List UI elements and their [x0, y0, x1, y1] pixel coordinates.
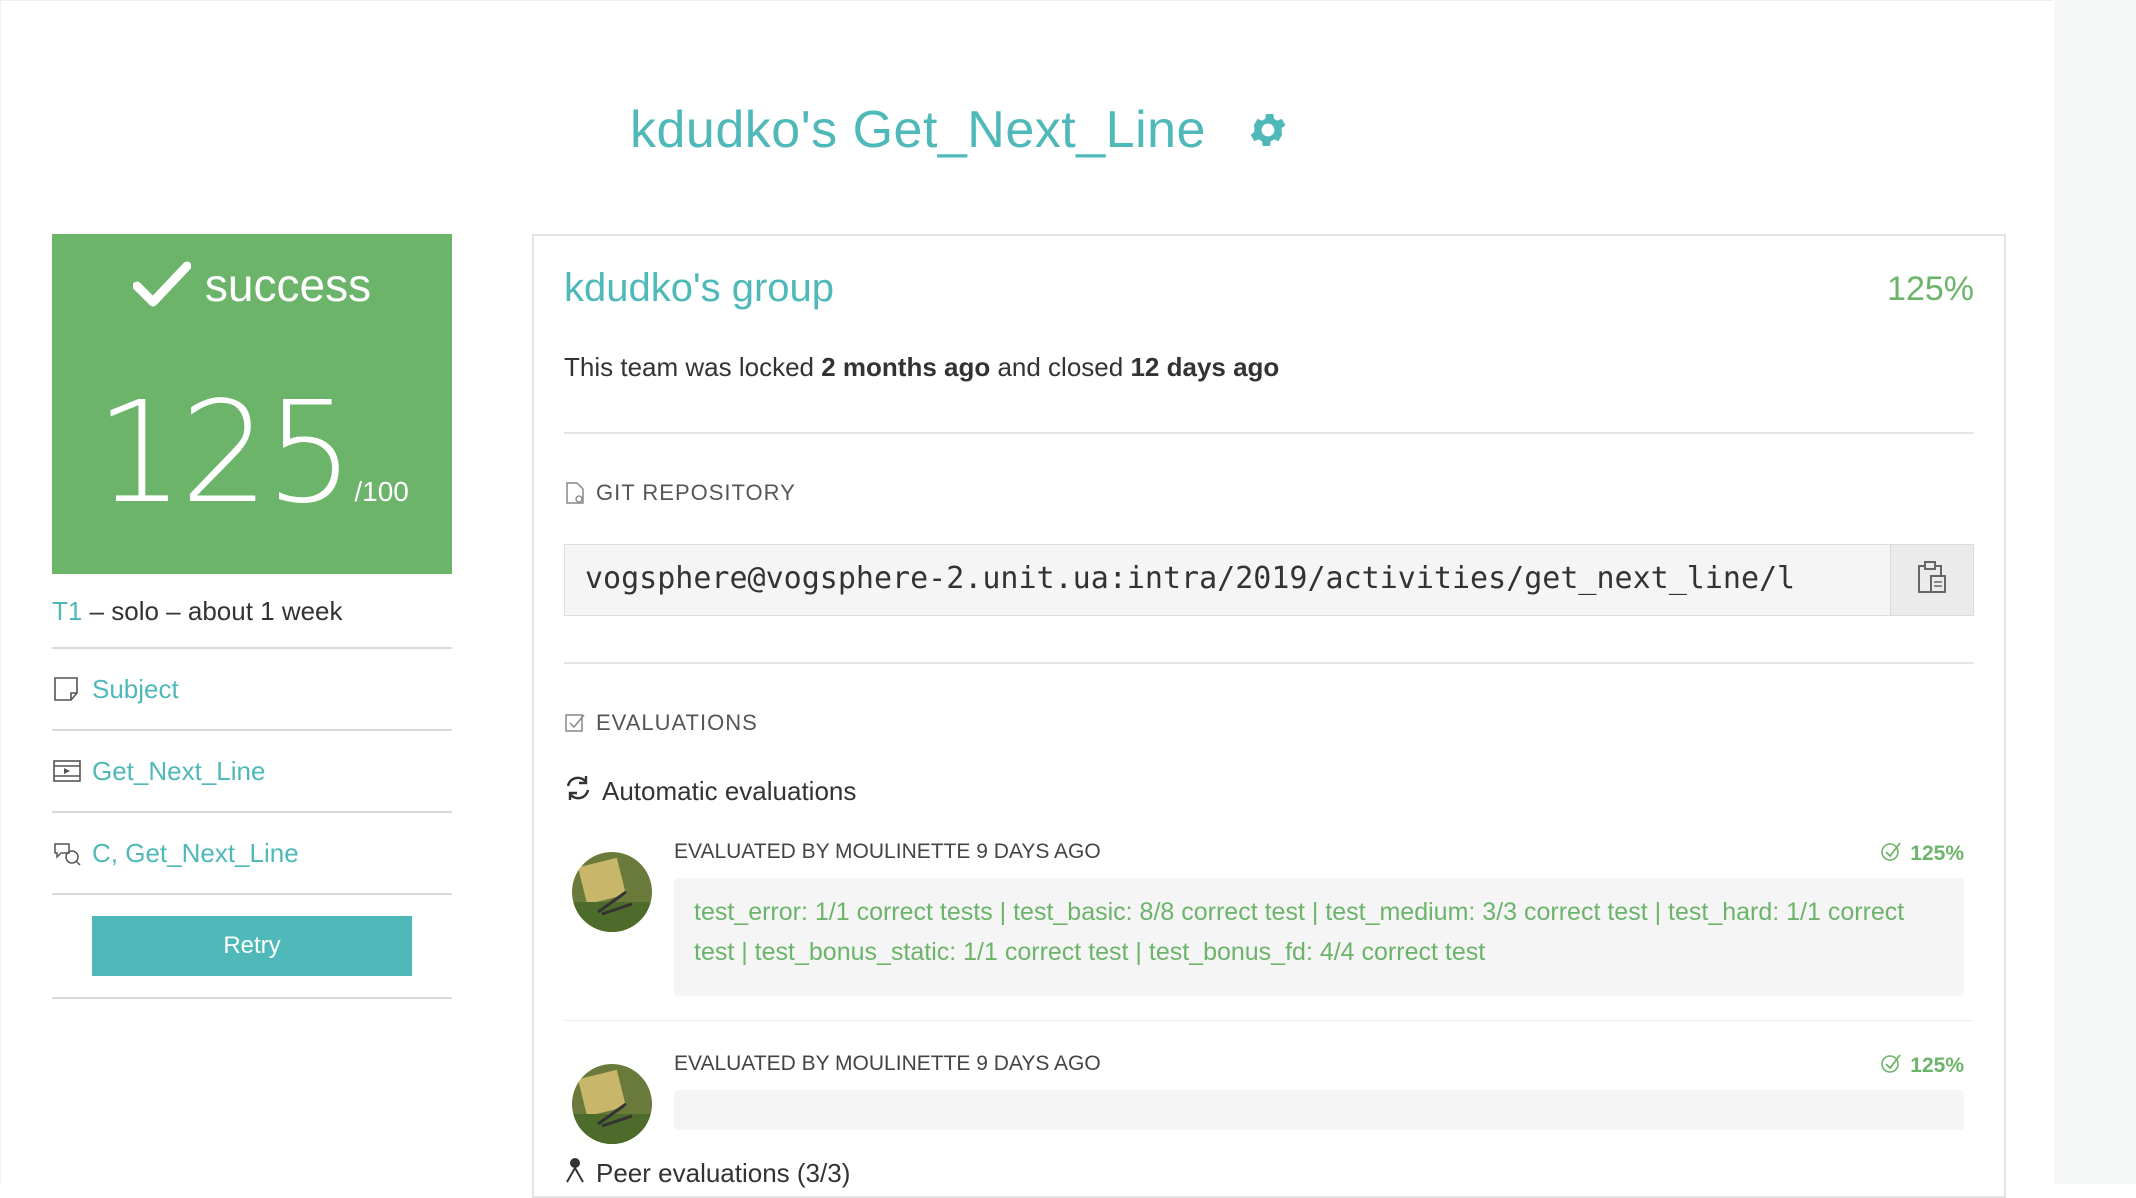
forum-link-label: C, Get_Next_Line — [92, 837, 299, 868]
automatic-evaluations-label: Automatic evaluations — [602, 776, 857, 806]
evaluation-percent: 125% — [1880, 840, 1964, 868]
status-header: success — [52, 258, 452, 312]
evaluator-label: EVALUATED BY MOULINETTE 9 DAYS AGO — [674, 1052, 1101, 1075]
checkmark-icon — [132, 260, 192, 310]
check-circle-icon — [1880, 1052, 1902, 1080]
evaluations-section-label: EVALUATIONS — [564, 710, 758, 736]
status-label: success — [204, 259, 372, 311]
peer-evaluations-heading: Peer evaluations (3/3) — [564, 1156, 850, 1191]
chat-icon — [52, 839, 82, 867]
check-circle-icon — [1880, 840, 1902, 868]
git-url-box: vogsphere@vogsphere-2.unit.ua:intra/2019… — [564, 544, 1974, 616]
team-percent: 125% — [1887, 270, 1974, 308]
team-status-prefix: This team was locked — [564, 352, 822, 382]
person-icon — [564, 1156, 586, 1191]
gear-icon[interactable] — [1246, 108, 1290, 152]
evaluation-percent: 125% — [1880, 1052, 1964, 1080]
file-icon — [564, 481, 586, 505]
git-section-label: GIT REPOSITORY — [564, 480, 796, 506]
divider — [564, 432, 1974, 434]
clipboard-icon — [1915, 560, 1949, 601]
refresh-icon — [564, 774, 592, 809]
page-gutter — [2054, 0, 2136, 1184]
team-status-middle: and closed — [990, 352, 1131, 382]
final-score: 125 — [95, 372, 354, 535]
evaluation-percent-value: 125% — [1910, 842, 1964, 865]
locked-time: 2 months ago — [821, 352, 991, 382]
evaluation-percent-value: 125% — [1910, 1054, 1964, 1077]
forum-link[interactable]: C, Get_Next_Line — [52, 813, 452, 895]
retry-section: Retry — [52, 895, 452, 999]
divider — [564, 662, 1974, 664]
evaluation-result — [674, 1090, 1964, 1130]
team-status: This team was locked 2 months ago and cl… — [564, 352, 1279, 383]
evaluator-label: EVALUATED BY MOULINETTE 9 DAYS AGO — [674, 840, 1101, 863]
video-icon — [52, 757, 82, 785]
evaluations-label: EVALUATIONS — [596, 710, 758, 735]
page-title: kdudko's Get_Next_Line — [630, 101, 1206, 159]
evaluation-result: test_error: 1/1 correct tests | test_bas… — [674, 878, 1964, 996]
tier-link[interactable]: T1 — [52, 596, 82, 626]
max-score: /100 — [354, 476, 409, 507]
page-header: kdudko's Get_Next_Line — [0, 90, 1920, 170]
peer-evaluations-label: Peer evaluations (3/3) — [596, 1158, 851, 1188]
checkbox-icon — [564, 711, 586, 735]
closed-time: 12 days ago — [1130, 352, 1280, 382]
automatic-evaluations-heading: Automatic evaluations — [564, 774, 856, 809]
git-label: GIT REPOSITORY — [596, 480, 796, 505]
retry-button[interactable]: Retry — [92, 916, 412, 976]
subject-link-label: Subject — [92, 673, 179, 704]
video-link-label: Get_Next_Line — [92, 755, 266, 786]
team-name: kdudko's group — [564, 266, 835, 310]
project-meta: T1 – solo – about 1 week — [52, 596, 452, 649]
avatar[interactable] — [572, 852, 652, 932]
avatar[interactable] — [572, 1064, 652, 1144]
team-panel: kdudko's group 125% This team was locked… — [532, 234, 2006, 1198]
project-meta-info: – solo – about 1 week — [82, 596, 343, 626]
divider — [564, 1020, 1974, 1021]
video-link[interactable]: Get_Next_Line — [52, 731, 452, 813]
git-url-field[interactable]: vogsphere@vogsphere-2.unit.ua:intra/2019… — [565, 545, 1890, 615]
status-card: success 125/100 — [52, 234, 452, 574]
document-icon — [52, 675, 82, 703]
project-sidebar: success 125/100 T1 – solo – about 1 week… — [52, 234, 452, 999]
score-display: 125/100 — [52, 384, 452, 524]
subject-link[interactable]: Subject — [52, 649, 452, 731]
copy-button[interactable] — [1890, 545, 1973, 615]
